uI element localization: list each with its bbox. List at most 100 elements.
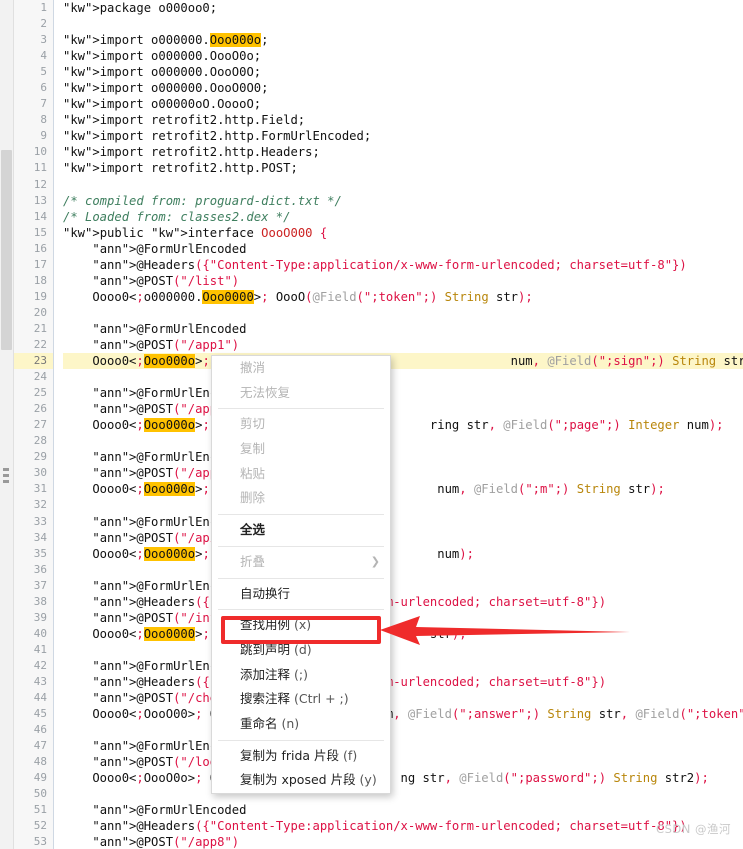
code-line[interactable] <box>63 722 743 738</box>
left-splitter-strip[interactable] <box>0 0 14 849</box>
line-number: 18 <box>33 273 47 287</box>
splitter-grip-handle[interactable] <box>3 468 10 488</box>
line-number: 16 <box>33 241 47 255</box>
code-line[interactable]: Oooo0<;Ooo000o>; OooO0 ring str, @Field(… <box>63 417 743 433</box>
code-line[interactable]: "ann">@Headers({"Content-T m-urlencoded;… <box>63 674 743 690</box>
line-number: 40 <box>33 626 47 640</box>
line-number: 34 <box>33 530 47 544</box>
line-number: 26 <box>33 402 47 416</box>
code-line[interactable]: "ann">@Headers({"Content-Type:applicatio… <box>63 818 743 834</box>
code-line[interactable] <box>63 16 743 32</box>
menu-item-自动换行[interactable]: 自动换行 <box>212 582 390 607</box>
vertical-scrollbar-thumb[interactable] <box>1 150 12 350</box>
menu-item-label: 自动换行 <box>240 585 291 601</box>
menu-item-复制为-frida-片段[interactable]: 复制为 frida 片段 (f) <box>212 744 390 769</box>
menu-item-复制为-xposed-片段[interactable]: 复制为 xposed 片段 (y) <box>212 768 390 793</box>
menu-item-label: 撤消 <box>240 360 266 375</box>
line-number: 25 <box>33 386 47 400</box>
line-number: 19 <box>33 289 47 303</box>
menu-item-重命名[interactable]: 重命名 (n) <box>212 712 390 737</box>
code-line[interactable] <box>63 786 743 802</box>
line-number: 31 <box>33 482 47 496</box>
line-number: 45 <box>33 707 47 721</box>
line-number: 46 <box>33 723 47 737</box>
menu-item-添加注释[interactable]: 添加注释 (;) <box>212 663 390 688</box>
menu-item-label: 复制为 xposed 片段 <box>240 772 356 788</box>
line-number: 7 <box>40 97 47 111</box>
menu-item-accelerator: (d) <box>290 641 312 657</box>
code-content[interactable]: "kw">package o000oo0; "kw">import o00000… <box>55 0 743 849</box>
menu-item-label: 复制 <box>240 441 266 457</box>
code-line[interactable]: "ann">@Headers({"Content-T m-urlencoded;… <box>63 594 743 610</box>
code-line[interactable] <box>63 305 743 321</box>
code-line[interactable]: "ann">@FormUrlEncoded <box>63 802 743 818</box>
code-line[interactable]: "ann">@FormUrlEncoded <box>63 385 743 401</box>
line-number: 10 <box>33 145 47 159</box>
code-line[interactable] <box>63 369 743 385</box>
code-line[interactable]: "kw">import o000000.Ooo000o; <box>63 32 743 48</box>
line-number: 50 <box>33 787 47 801</box>
code-line[interactable]: "kw">import o00000oO.OoooO; <box>63 96 743 112</box>
line-number: 15 <box>33 225 47 239</box>
code-line[interactable]: "ann">@FormUrlEncoded <box>63 321 743 337</box>
code-line[interactable]: "ann">@POST("/check") <box>63 690 743 706</box>
code-line[interactable]: Oooo0<;OooO00>; OooO0 m, @Field(";answer… <box>63 706 743 722</box>
code-line[interactable]: "kw">import o000000.OooO0O; <box>63 64 743 80</box>
code-line[interactable]: Oooo0<;Ooo000o>; OooO0 num, @Field(";sig… <box>63 353 743 370</box>
code-line[interactable]: "ann">@FormUrlEncoded <box>63 658 743 674</box>
code-line[interactable] <box>63 562 743 578</box>
line-number: 33 <box>33 514 47 528</box>
code-line[interactable]: "kw">package o000oo0; <box>63 0 743 16</box>
line-number: 22 <box>33 337 47 351</box>
line-number: 11 <box>33 161 47 175</box>
code-line[interactable]: "ann">@FormUrlEncoded <box>63 578 743 594</box>
code-line[interactable]: Oooo0<;Ooo000o>; OooO0 num, @Field(";m";… <box>63 481 743 497</box>
code-line[interactable]: "kw">import retrofit2.http.Headers; <box>63 144 743 160</box>
code-line[interactable]: "ann">@POST("/api/app5") <box>63 530 743 546</box>
line-number: 6 <box>40 81 47 95</box>
code-line[interactable]: "ann">@Headers({"Content-Type:applicatio… <box>63 257 743 273</box>
code-line[interactable]: /* Loaded from: classes2.dex */ <box>63 209 743 225</box>
code-line[interactable]: "ann">@FormUrlEncoded <box>63 241 743 257</box>
code-line[interactable]: "ann">@POST("/login") <box>63 754 743 770</box>
menu-item-跳到声明[interactable]: 跳到声明 (d) <box>212 638 390 663</box>
code-line[interactable]: "ann">@POST("/app1") <box>63 337 743 353</box>
line-number: 52 <box>33 819 47 833</box>
code-line[interactable]: "ann">@FormUrlEncoded <box>63 514 743 530</box>
line-number: 30 <box>33 466 47 480</box>
menu-item-粘贴: 粘贴 <box>212 462 390 487</box>
code-line[interactable]: "ann">@POST("/app3") <box>63 465 743 481</box>
menu-item-全选[interactable]: 全选 <box>212 518 390 543</box>
code-line[interactable]: "ann">@FormUrlEncoded <box>63 738 743 754</box>
code-line[interactable]: "ann">@FormUrlEncoded <box>63 449 743 465</box>
menu-separator <box>218 609 384 611</box>
code-line[interactable]: "kw">import retrofit2.http.POST; <box>63 160 743 176</box>
code-line[interactable] <box>63 177 743 193</box>
code-line[interactable]: "ann">@POST("/list") <box>63 273 743 289</box>
code-line[interactable]: "kw">public "kw">interface OooO000 { <box>63 225 743 241</box>
menu-item-搜索注释[interactable]: 搜索注释 (Ctrl + ;) <box>212 687 390 712</box>
context-menu[interactable]: 撤消 无法恢复 剪切 复制 粘贴 删除 全选 折叠 ❯ 自动换行 查找用例 (x) 跳到声明 (d) 添… <box>211 355 391 794</box>
code-line[interactable]: "ann">@POST("/app8") <box>63 834 743 849</box>
code-line[interactable]: Oooo0<;Ooo000o>; OooO0 num); <box>63 546 743 562</box>
menu-item-label: 添加注释 <box>240 666 291 682</box>
menu-item-查找用例[interactable]: 查找用例 (x) <box>212 613 390 638</box>
code-line[interactable]: "kw">import retrofit2.http.FormUrlEncode… <box>63 128 743 144</box>
code-line[interactable]: "kw">import o000000.OooO0o; <box>63 48 743 64</box>
line-number: 14 <box>33 209 47 223</box>
code-line[interactable]: "ann">@POST("/app6") <box>63 401 743 417</box>
menu-item-删除: 删除 <box>212 486 390 511</box>
code-line[interactable]: /* compiled from: proguard-dict.txt */ <box>63 193 743 209</box>
menu-item-label: 搜索注释 <box>240 691 291 707</box>
code-line[interactable]: "kw">import retrofit2.http.Field; <box>63 112 743 128</box>
line-number: 32 <box>33 498 47 512</box>
line-number: 43 <box>33 674 47 688</box>
code-viewer-window: 1 2 3 4 5 6 7 8 9 10 11 12 13 14 15 16 17 18 19 20 21 22 23 24 2… <box>0 0 743 849</box>
csdn-watermark: CSDN @渔河 <box>656 822 731 836</box>
code-line[interactable] <box>63 497 743 513</box>
code-line[interactable]: Oooo0<;o000000.Ooo0000>; OooO(@Field(";t… <box>63 289 743 305</box>
line-number: 20 <box>33 305 47 319</box>
code-line[interactable]: Oooo0<;OooO0o>; OooO0 ng str, @Field(";p… <box>63 770 743 786</box>
code-line[interactable] <box>63 433 743 449</box>
code-line[interactable]: "kw">import o000000.OooO0O0; <box>63 80 743 96</box>
